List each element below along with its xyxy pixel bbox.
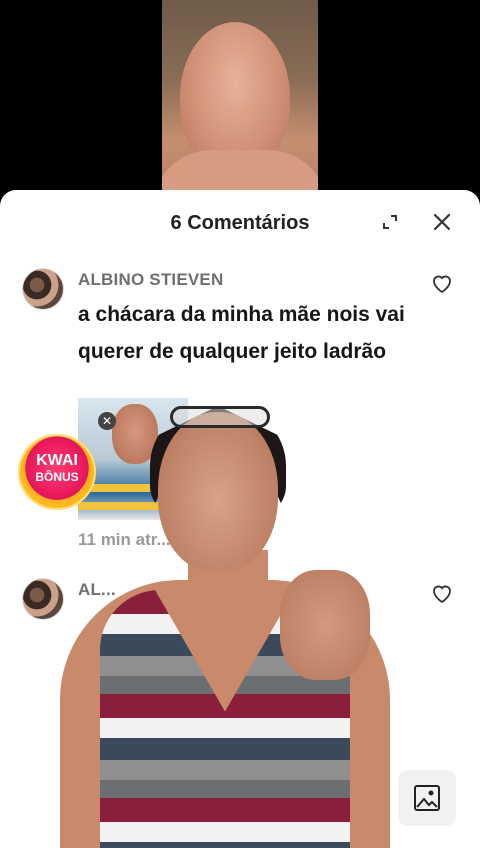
comments-title: 6 Comentários [170, 212, 310, 234]
attachment-face [112, 404, 158, 464]
avatar[interactable] [22, 268, 64, 310]
comment-author[interactable]: AL... [78, 580, 116, 600]
comment-author[interactable]: ALBINO STIEVEN [78, 270, 223, 290]
image-upload-button[interactable] [398, 770, 456, 826]
heart-icon[interactable] [430, 582, 454, 604]
close-icon[interactable] [430, 210, 454, 234]
kwai-badge-line2: BÔNUS [35, 470, 79, 484]
comment-meta: 11 min atr... ...nder [78, 530, 227, 549]
sheet-header: 6 Comentários [0, 190, 480, 254]
attachment-stripe [78, 502, 188, 510]
image-icon [414, 785, 440, 811]
avatar[interactable] [22, 578, 64, 620]
kwai-badge-line1: KWAI [36, 452, 78, 469]
attachment-close-icon[interactable]: ✕ [98, 412, 116, 430]
attachment-stripe [78, 484, 188, 492]
comment-text: a chácara da minha mãe nois vai querer d… [78, 303, 405, 363]
heart-icon[interactable] [430, 272, 454, 294]
expand-icon[interactable] [378, 210, 402, 234]
video-top [162, 0, 318, 200]
comment-item: AL... [22, 578, 462, 638]
kwai-bonus-badge[interactable]: KWAI BÔNUS [18, 434, 96, 510]
